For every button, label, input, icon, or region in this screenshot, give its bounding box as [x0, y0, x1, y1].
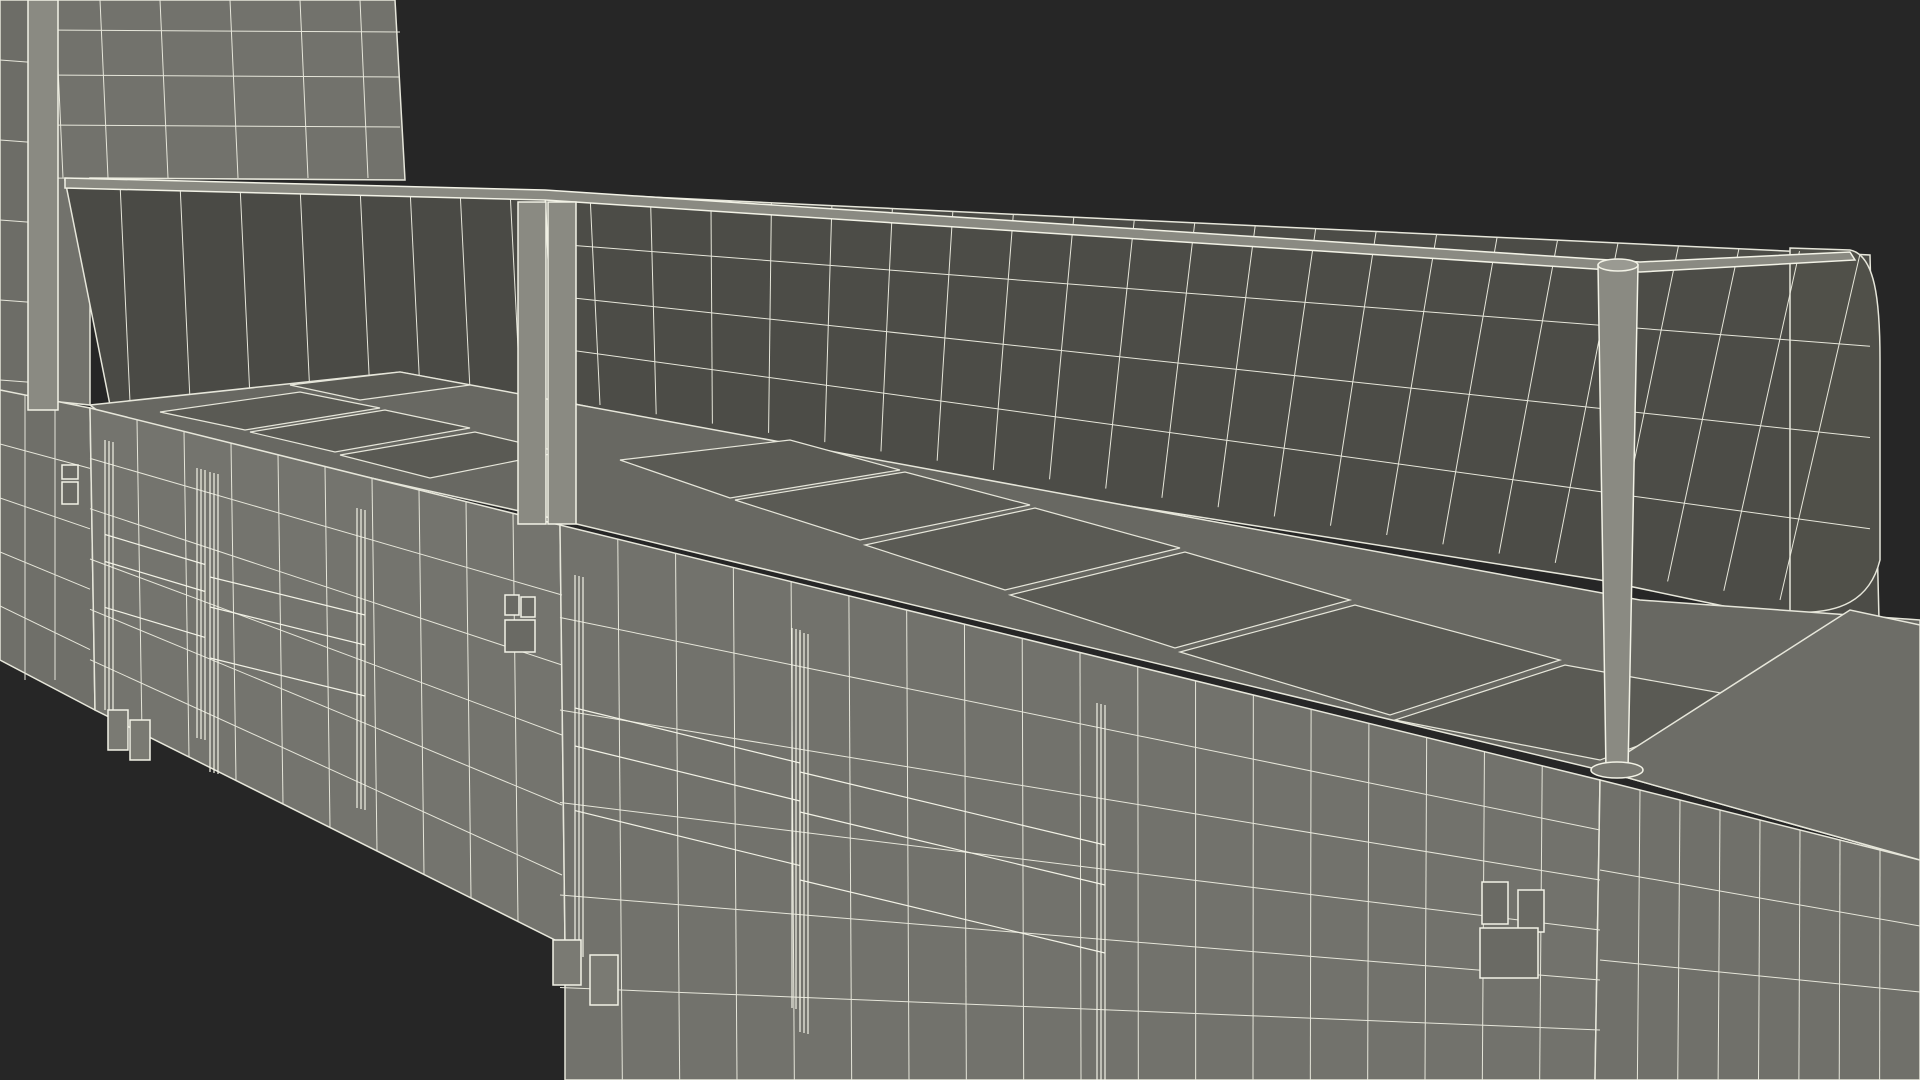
- switch-panel-left: [61, 464, 79, 505]
- wireframe-render: [0, 0, 1920, 1080]
- sneeze-guard-back-left: [64, 179, 556, 406]
- render-viewport: [0, 0, 1920, 1080]
- support-post-center-b: [547, 201, 577, 525]
- cabinet-front-left: [0, 389, 96, 712]
- support-post-center-a: [517, 201, 547, 525]
- support-post-left: [27, 0, 59, 411]
